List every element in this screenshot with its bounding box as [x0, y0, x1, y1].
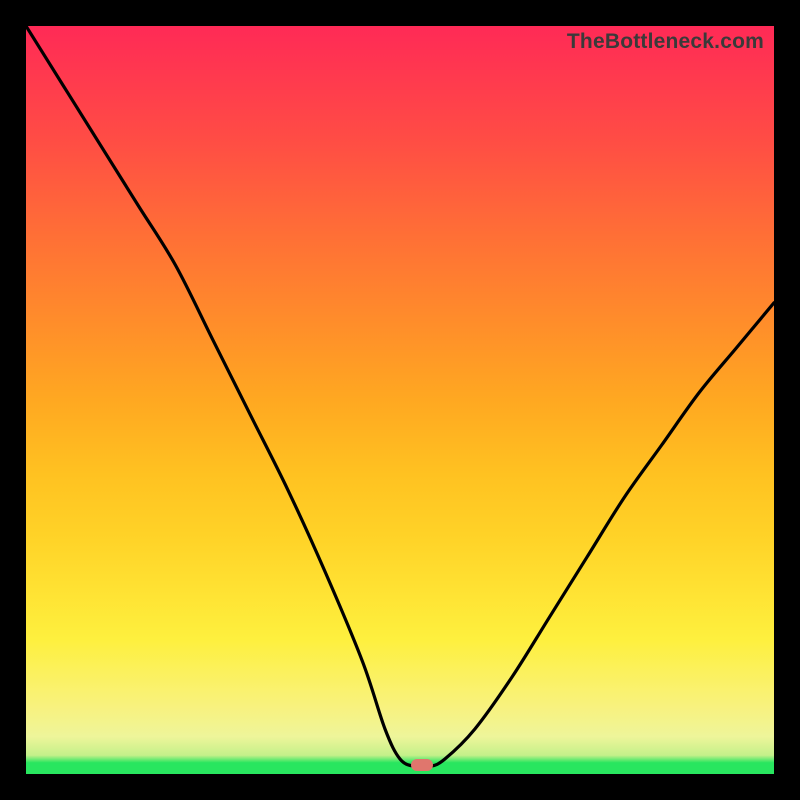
chart-plot-area: TheBottleneck.com: [26, 26, 774, 774]
bottleneck-curve: [26, 26, 774, 774]
optimum-marker: [411, 759, 433, 771]
chart-frame: TheBottleneck.com: [0, 0, 800, 800]
